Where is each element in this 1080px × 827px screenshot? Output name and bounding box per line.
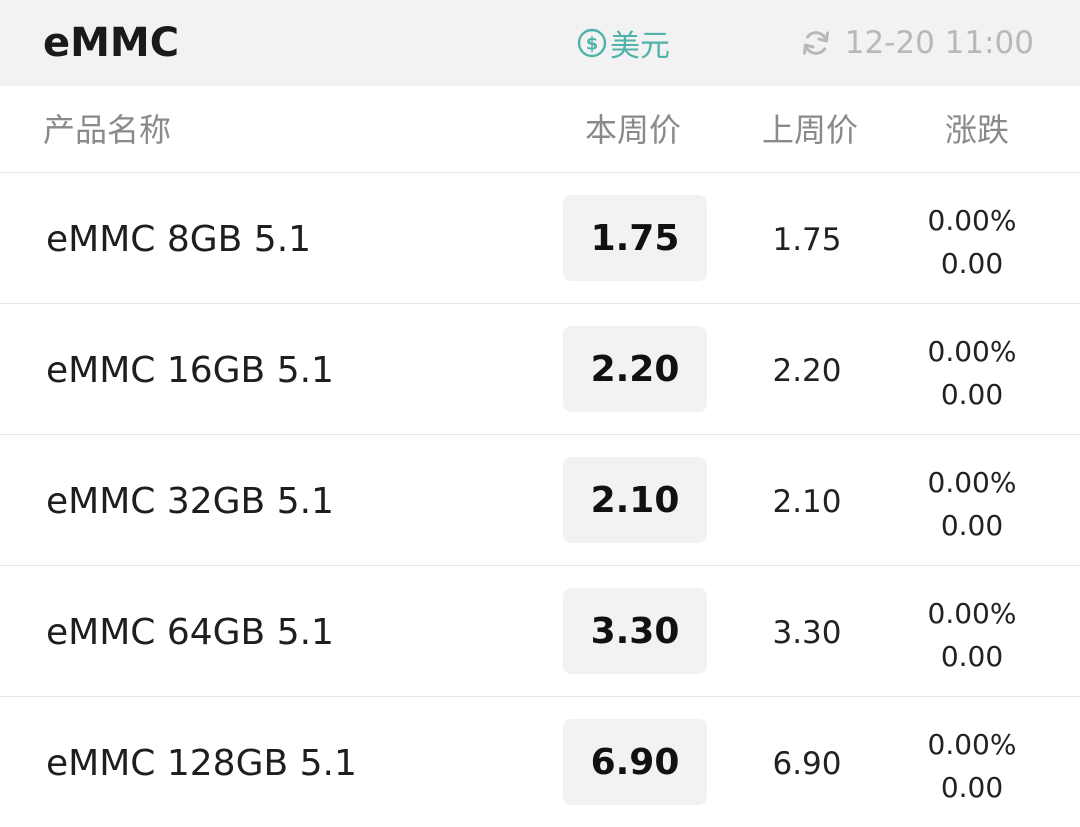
last-week-price: 3.30 <box>772 615 842 651</box>
product-name: eMMC 128GB 5.1 <box>46 743 357 784</box>
change-amount: 0.00 <box>940 640 1004 673</box>
price-table: eMMC 8GB 5.1 1.75 1.75 0.00% 0.00 eMMC 1… <box>0 173 1080 827</box>
change-percent: 0.00% <box>927 335 1017 368</box>
change-percent: 0.00% <box>927 204 1017 237</box>
change-percent: 0.00% <box>927 728 1017 761</box>
price-change: 0.00% 0.00 <box>918 723 1026 809</box>
table-row[interactable]: eMMC 16GB 5.1 2.20 2.20 0.00% 0.00 <box>0 304 1080 435</box>
change-amount: 0.00 <box>940 509 1004 542</box>
update-time: 12-20 11:00 <box>844 25 1034 61</box>
page-title: eMMC <box>43 20 180 66</box>
change-percent: 0.00% <box>927 597 1017 630</box>
column-header-last-week[interactable]: 上周价 <box>762 110 858 150</box>
table-row[interactable]: eMMC 32GB 5.1 2.10 2.10 0.00% 0.00 <box>0 435 1080 566</box>
price-change: 0.00% 0.00 <box>918 592 1026 678</box>
last-week-price: 1.75 <box>772 222 842 258</box>
refresh-control[interactable]: 12-20 11:00 <box>801 25 1034 61</box>
price-change: 0.00% 0.00 <box>918 199 1026 285</box>
change-percent: 0.00% <box>927 466 1017 499</box>
currency-label: 美元 <box>610 29 670 64</box>
table-row[interactable]: eMMC 64GB 5.1 3.30 3.30 0.00% 0.00 <box>0 566 1080 697</box>
this-week-price: 6.90 <box>563 719 707 805</box>
table-row[interactable]: eMMC 128GB 5.1 6.90 6.90 0.00% 0.00 <box>0 697 1080 827</box>
this-week-price: 2.20 <box>563 326 707 412</box>
change-amount: 0.00 <box>940 247 1004 280</box>
product-name: eMMC 16GB 5.1 <box>46 350 334 391</box>
change-amount: 0.00 <box>940 771 1004 804</box>
product-name: eMMC 64GB 5.1 <box>46 612 334 653</box>
this-week-price: 1.75 <box>563 195 707 281</box>
price-change: 0.00% 0.00 <box>918 330 1026 416</box>
column-header-name[interactable]: 产品名称 <box>43 110 171 150</box>
svg-text:$: $ <box>586 34 599 55</box>
column-header-change[interactable]: 涨跌 <box>945 110 1009 150</box>
product-name: eMMC 32GB 5.1 <box>46 481 334 522</box>
this-week-price: 2.10 <box>563 457 707 543</box>
refresh-icon <box>802 31 829 55</box>
table-row[interactable]: eMMC 8GB 5.1 1.75 1.75 0.00% 0.00 <box>0 173 1080 304</box>
last-week-price: 6.90 <box>772 746 842 782</box>
this-week-price: 3.30 <box>563 588 707 674</box>
table-header: 产品名称 本周价 上周价 涨跌 <box>0 86 1080 173</box>
change-amount: 0.00 <box>940 378 1004 411</box>
last-week-price: 2.20 <box>772 353 842 389</box>
currency-toggle[interactable]: $ 美元 <box>577 25 670 64</box>
last-week-price: 2.10 <box>772 484 842 520</box>
price-change: 0.00% 0.00 <box>918 461 1026 547</box>
column-header-this-week[interactable]: 本周价 <box>585 110 681 150</box>
header-bar: eMMC $ 美元 12-20 11:00 <box>0 0 1080 86</box>
dollar-circle-icon: $ <box>577 28 607 58</box>
product-name: eMMC 8GB 5.1 <box>46 219 312 260</box>
